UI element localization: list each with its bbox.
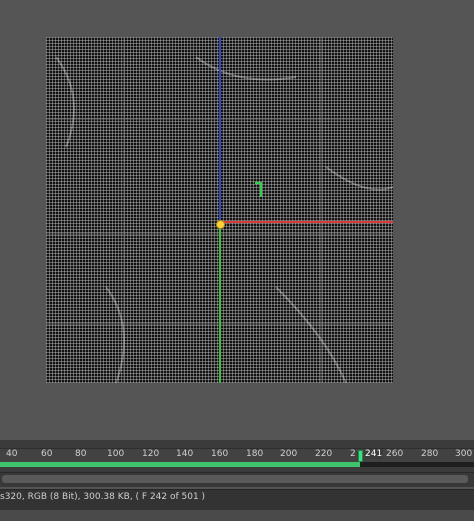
current-frame-label: 241 [364,449,384,459]
transform-gizmo-icon[interactable] [255,182,265,197]
tick-label: 300 [455,449,473,459]
origin-handle[interactable] [216,220,225,229]
y-axis-line [219,225,221,383]
tick-label: 280 [421,449,439,459]
tick-label: 200 [280,449,298,459]
tick-label: 180 [246,449,264,459]
scrollbar-thumb[interactable] [2,475,468,483]
tick-label: 60 [41,449,53,459]
timeline-progress-fill [0,462,360,467]
z-axis-line [219,37,221,223]
tick-label: 140 [176,449,194,459]
tick-label: 160 [211,449,229,459]
tick-label: 2 [350,449,356,459]
tick-label: 40 [6,449,18,459]
tick-label: 100 [107,449,125,459]
tick-label: 260 [386,449,404,459]
tick-label: 220 [315,449,333,459]
bottom-panel [0,510,474,521]
tick-label: 80 [75,449,87,459]
playhead-handle[interactable] [358,450,363,462]
tick-label: 120 [142,449,160,459]
x-axis-line [220,221,393,223]
status-text: s320, RGB (8 Bit), 300.38 KB, ( F 242 of… [0,492,206,502]
